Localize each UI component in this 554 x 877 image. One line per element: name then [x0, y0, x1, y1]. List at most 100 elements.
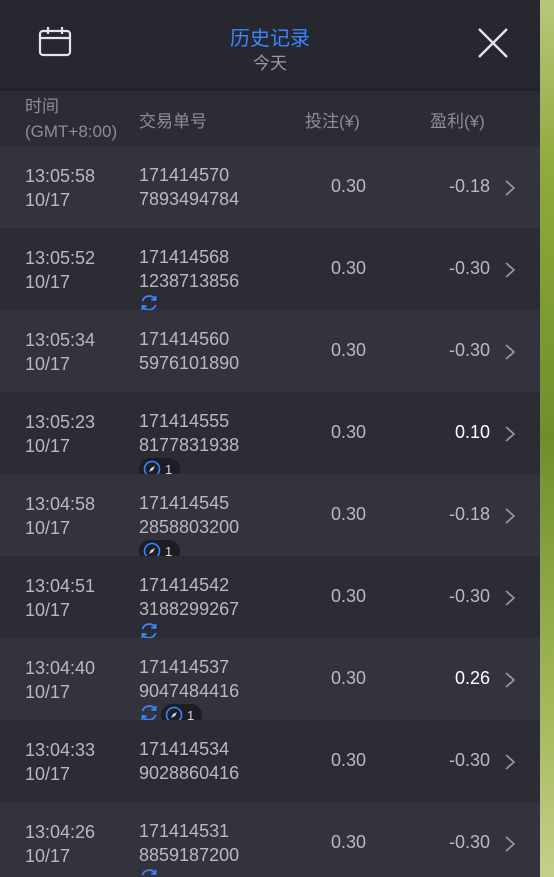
chevron-right-icon[interactable] [504, 179, 516, 197]
history-row[interactable]: 13:04:51 10/17 171414542 3188299267 0.30 -0.3… [0, 556, 540, 639]
row-order-id-part2: 7893494784 [139, 189, 240, 209]
column-header-timezone: (GMT+8:00) [25, 122, 118, 141]
chevron-right-icon[interactable] [504, 753, 516, 771]
row-time: 13:05:23 10/17 [25, 410, 95, 458]
history-row[interactable]: 13:04:58 10/17 171414545 2858803200 1 0.30 -0.… [0, 474, 540, 562]
row-bet: 0.30 [330, 258, 366, 278]
chevron-right-icon[interactable] [504, 589, 516, 607]
sync-icon [139, 867, 159, 877]
row-order-id: 171414542 3188299267 [139, 573, 239, 621]
row-profit: -0.18 [448, 176, 490, 196]
column-header-time-label: 时间 [25, 97, 59, 116]
row-order-id-part2: 9028860416 [139, 763, 240, 783]
row-order-id-part1: 171414545 [139, 493, 230, 513]
column-header-bet: 投注(¥) [305, 112, 360, 131]
row-profit: -0.30 [448, 258, 490, 278]
chevron-right-icon[interactable] [504, 507, 516, 525]
row-time: 13:04:26 10/17 [25, 820, 95, 868]
row-profit: -0.30 [448, 340, 490, 360]
row-bet: 0.30 [330, 340, 366, 360]
row-date-value: 10/17 [25, 518, 71, 538]
row-order-id-part2: 8859187200 [139, 845, 240, 865]
row-order-id: 171414560 5976101890 [139, 327, 239, 375]
row-date-value: 10/17 [25, 354, 71, 374]
row-date-value: 10/17 [25, 682, 71, 702]
row-bet: 0.30 [330, 832, 366, 852]
row-bet: 0.30 [330, 422, 366, 442]
row-order-id: 171414545 2858803200 [139, 491, 239, 539]
row-order-id-part1: 171414555 [139, 411, 230, 431]
row-time-value: 13:05:58 [25, 166, 96, 186]
row-order-id: 171414568 1238713856 [139, 245, 239, 293]
row-order-id: 171414531 8859187200 [139, 819, 239, 867]
column-header-time: 时间 (GMT+8:00) [25, 94, 117, 144]
row-order-id: 171414555 8177831938 [139, 409, 239, 457]
row-time-value: 13:05:34 [25, 330, 96, 350]
row-order-id-part1: 171414534 [139, 739, 230, 759]
row-order-id-part1: 171414531 [139, 821, 230, 841]
row-order-id-part1: 171414542 [139, 575, 230, 595]
row-order-id-part1: 171414560 [139, 329, 230, 349]
row-profit: -0.18 [448, 504, 490, 524]
row-order-id-part2: 8177831938 [139, 435, 240, 455]
row-order-id: 171414537 9047484416 [139, 655, 239, 703]
row-time-value: 13:04:33 [25, 740, 96, 760]
history-row[interactable]: 13:05:34 10/17 171414560 5976101890 0.30 -0.3… [0, 310, 540, 392]
history-panel: 历史记录 今天 时间 (GMT+8:00) 交易单号 投注(¥) 盈利(¥) 1… [0, 0, 540, 877]
close-icon[interactable] [476, 26, 510, 60]
row-profit: -0.30 [448, 832, 490, 852]
row-time-value: 13:05:23 [25, 412, 96, 432]
row-profit: -0.30 [448, 750, 490, 770]
row-date-value: 10/17 [25, 190, 71, 210]
history-list: 13:05:58 10/17 171414570 7893494784 0.30 -0.1… [0, 146, 540, 877]
row-date-value: 10/17 [25, 272, 71, 292]
history-row[interactable]: 13:04:40 10/17 171414537 9047484416 1 0.30 0.2… [0, 638, 540, 726]
row-time-value: 13:04:58 [25, 494, 96, 514]
row-profit: -0.30 [448, 586, 490, 606]
row-time-value: 13:04:26 [25, 822, 96, 842]
row-time: 13:05:34 10/17 [25, 328, 95, 376]
row-order-id-part2: 3188299267 [139, 599, 240, 619]
row-profit: 0.10 [454, 422, 490, 442]
background-strip [540, 0, 554, 877]
row-time: 13:05:52 10/17 [25, 246, 95, 294]
row-order-id: 171414570 7893494784 [139, 163, 239, 211]
column-header-profit: 盈利(¥) [430, 112, 485, 131]
row-profit: 0.26 [454, 668, 490, 688]
history-row[interactable]: 13:05:52 10/17 171414568 1238713856 0.30 -0.3… [0, 228, 540, 311]
row-order-id-part1: 171414570 [139, 165, 230, 185]
row-date-value: 10/17 [25, 764, 71, 784]
row-bet: 0.30 [330, 504, 366, 524]
row-time-value: 13:04:40 [25, 658, 96, 678]
history-row[interactable]: 13:05:58 10/17 171414570 7893494784 0.30 -0.1… [0, 146, 540, 228]
row-order-id-part2: 2858803200 [139, 517, 240, 537]
chevron-right-icon[interactable] [504, 425, 516, 443]
row-bet: 0.30 [330, 750, 366, 770]
history-row[interactable]: 13:04:26 10/17 171414531 8859187200 0.30 -0.3… [0, 802, 540, 877]
row-date-value: 10/17 [25, 436, 71, 456]
row-bet: 0.30 [330, 176, 366, 196]
chevron-right-icon[interactable] [504, 835, 516, 853]
row-bet: 0.30 [330, 668, 366, 688]
row-time: 13:05:58 10/17 [25, 164, 95, 212]
history-row[interactable]: 13:04:33 10/17 171414534 9028860416 0.30 -0.3… [0, 720, 540, 802]
table-header: 时间 (GMT+8:00) 交易单号 投注(¥) 盈利(¥) [0, 91, 540, 146]
row-order-id-part2: 9047484416 [139, 681, 240, 701]
row-time-value: 13:05:52 [25, 248, 96, 268]
chevron-right-icon[interactable] [504, 261, 516, 279]
chevron-right-icon[interactable] [504, 343, 516, 361]
row-order-id-part2: 1238713856 [139, 271, 240, 291]
row-time: 13:04:33 10/17 [25, 738, 95, 786]
row-date-value: 10/17 [25, 600, 71, 620]
column-header-order: 交易单号 [139, 112, 207, 131]
row-time: 13:04:51 10/17 [25, 574, 95, 622]
row-order-id-part1: 171414537 [139, 657, 230, 677]
row-order-id-part2: 5976101890 [139, 353, 240, 373]
row-order-id-part1: 171414568 [139, 247, 230, 267]
row-date-value: 10/17 [25, 846, 71, 866]
history-row[interactable]: 13:05:23 10/17 171414555 8177831938 1 0.30 0.1… [0, 392, 540, 480]
row-order-id: 171414534 9028860416 [139, 737, 239, 785]
chevron-right-icon[interactable] [504, 671, 516, 689]
row-time-value: 13:04:51 [25, 576, 96, 596]
date-filter-label: 今天 [253, 54, 287, 73]
